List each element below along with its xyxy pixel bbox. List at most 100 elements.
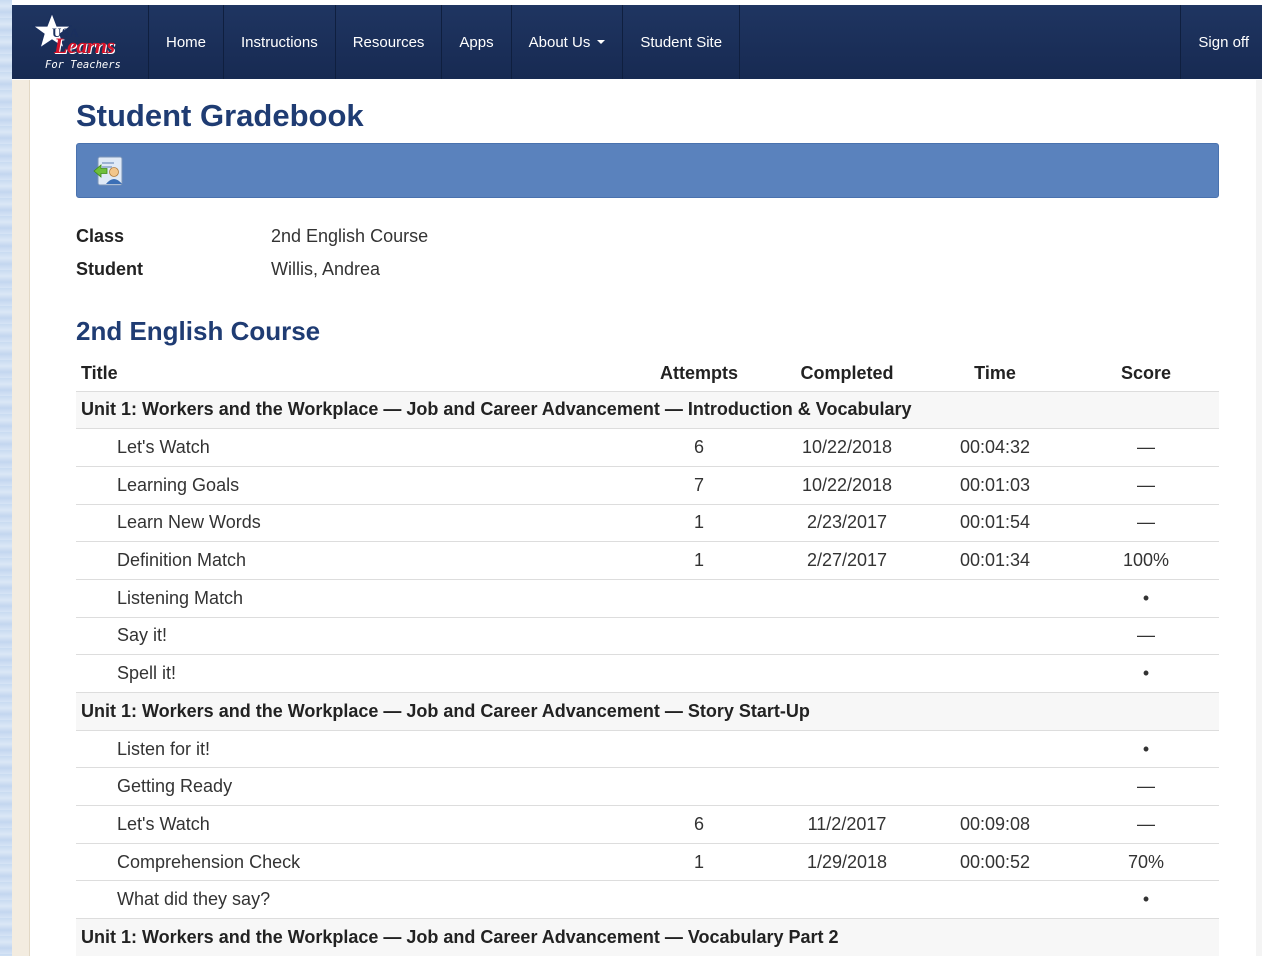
table-row: Listening Match • [76,578,1219,618]
nav-item-label: Instructions [241,33,318,51]
nav-item-label: Home [166,33,207,51]
caret-down-icon [597,40,606,44]
table-row: Listen for it! • [76,729,1219,768]
top-navbar: USA Learns For Teachers Home Instructions… [12,5,1262,79]
attempts-cell [621,578,777,618]
completed-cell: 2/23/2017 [777,503,917,542]
completed-cell: 2/27/2017 [777,541,917,580]
time-cell [917,654,1073,693]
gradebook-rows: Unit 1: Workers and the Workplace — Job … [76,390,1219,956]
table-header-row: Title Attempts Completed Time Score [76,357,1219,392]
nav-item-student-site[interactable]: Student Site [623,5,741,79]
nav-item-label: About Us [528,33,591,51]
back-to-student-list-button[interactable] [91,153,127,189]
table-row: Comprehension Check 1 1/29/2018 00:00:52 70% [76,842,1219,881]
gradebook-toolbar [76,143,1219,198]
column-header-completed: Completed [777,357,917,392]
attempts-cell: 1 [621,842,777,881]
nav-item-apps[interactable]: Apps [442,5,512,79]
table-row: Learning Goals 7 10/22/2018 00:01:03— [76,465,1219,505]
unit-title: Unit 1: Workers and the Workplace — Job … [76,692,1219,731]
attempts-cell: 1 [621,541,777,580]
completed-cell [777,616,917,655]
completed-cell: 10/22/2018 [777,465,917,505]
page-title: Student Gradebook [76,98,364,133]
class-label: Class [76,226,125,246]
usa-learns-logo[interactable]: USA Learns For Teachers [12,5,149,79]
course-title: 2nd English Course [76,316,321,346]
score-cell: — [1073,616,1219,655]
desktop-background [0,0,12,956]
activity-title: What did they say? [76,880,621,919]
time-cell: 00:01:03 [917,465,1073,505]
table-row: Let's Watch 6 10/22/2018 00:04:32— [76,428,1219,467]
attempts-cell: 6 [621,805,777,844]
nav-item-about-us[interactable]: About Us [512,5,624,79]
table-row: Definition Match 1 2/27/2017 00:01:34 100% [76,541,1219,580]
completed-cell [777,654,917,693]
table-row: Spell it! • [76,654,1219,693]
time-cell: 00:01:34 [917,541,1073,580]
score-cell: — [1073,503,1219,542]
score-cell: • [1073,654,1219,693]
sign-off-link[interactable]: Sign off [1181,5,1262,79]
brand-subtitle: For Teachers [45,59,121,71]
student-value: Willis, Andrea [271,259,381,279]
page-right-edge [1256,80,1262,956]
time-cell [917,616,1073,655]
unit-row: Unit 1: Workers and the Workplace — Job … [76,390,1219,429]
page-left-gutter [12,80,30,956]
completed-cell: 11/2/2017 [777,805,917,844]
time-cell [917,729,1073,768]
time-cell [917,767,1073,806]
activity-title: Learn New Words [76,503,621,542]
student-label: Student [76,259,143,279]
attempts-cell [621,767,777,806]
attempts-cell [621,654,777,693]
activity-title: Listening Match [76,578,621,618]
class-info: Class 2nd English Course Student Willis,… [76,220,1219,286]
score-cell: • [1073,578,1219,618]
nav-item-resources[interactable]: Resources [336,5,443,79]
attempts-cell [621,880,777,919]
activity-title: Say it! [76,616,621,655]
nav-item-label: Resources [352,33,425,51]
nav-item-instructions[interactable]: Instructions [224,5,336,79]
time-cell: 00:04:32 [917,428,1073,467]
nav-spacer [740,5,1182,79]
activity-title: Let's Watch [76,428,621,467]
attempts-cell: 7 [621,465,777,505]
attempts-cell: 6 [621,428,777,467]
activity-title: Spell it! [76,654,621,693]
column-header-time: Time [917,357,1073,392]
score-cell: — [1073,767,1219,806]
score-cell: • [1073,729,1219,768]
time-cell: 00:01:54 [917,503,1073,542]
completed-cell: 1/29/2018 [777,842,917,881]
score-cell: — [1073,805,1219,844]
column-header-score: Score [1073,357,1219,392]
time-cell [917,880,1073,919]
completed-cell [777,880,917,919]
activity-title: Getting Ready [76,767,621,806]
gradebook-table: Title Attempts Completed Time Score Unit… [76,357,1219,956]
attempts-cell: 1 [621,503,777,542]
attempts-cell [621,616,777,655]
unit-row: Unit 1: Workers and the Workplace — Job … [76,918,1219,956]
attempts-cell [621,729,777,768]
nav-item-home[interactable]: Home [149,5,225,79]
unit-row: Unit 1: Workers and the Workplace — Job … [76,692,1219,731]
completed-cell: 10/22/2018 [777,428,917,467]
table-row: Getting Ready — [76,767,1219,806]
table-row: Say it! — [76,616,1219,655]
activity-title: Listen for it! [76,729,621,768]
column-header-title: Title [76,357,621,392]
brand-learns-text: Learns [54,33,115,58]
unit-title: Unit 1: Workers and the Workplace — Job … [76,390,1219,429]
time-cell: 00:09:08 [917,805,1073,844]
activity-title: Comprehension Check [76,842,621,881]
activity-title: Let's Watch [76,805,621,844]
completed-cell [777,578,917,618]
main-content: Student Gradebook Class 2nd English Cour… [76,80,1219,956]
time-cell [917,578,1073,618]
